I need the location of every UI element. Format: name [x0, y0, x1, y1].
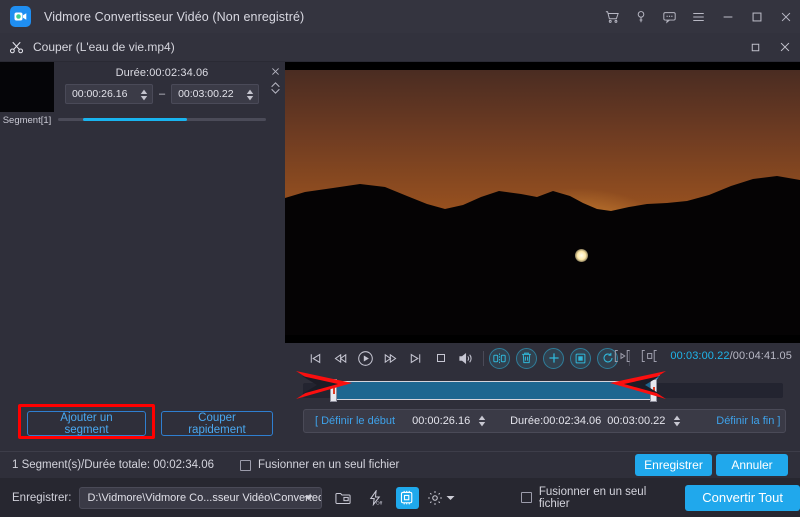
current-time: 00:03:00.22: [670, 350, 729, 362]
close-icon[interactable]: [770, 33, 800, 62]
segment-end-stepper[interactable]: [246, 86, 254, 104]
volume-icon[interactable]: [453, 346, 478, 370]
cancel-button[interactable]: Annuler: [716, 454, 788, 476]
segment-progress-track[interactable]: [58, 118, 266, 121]
add-icon[interactable]: [543, 348, 564, 369]
copy-icon[interactable]: [570, 348, 591, 369]
split-icon[interactable]: [489, 348, 510, 369]
segment-row[interactable]: Segment[1] Durée:00:02:34.06 00:00:26.16…: [0, 62, 284, 128]
key-icon[interactable]: [626, 0, 655, 33]
reorder-diamond-icon[interactable]: [270, 82, 281, 94]
trim-selection[interactable]: [333, 381, 653, 400]
delete-icon[interactable]: [516, 348, 537, 369]
app-title: Vidmore Convertisseur Vidéo (Non enregis…: [44, 10, 304, 24]
folder-icon[interactable]: [331, 487, 354, 509]
maximize-icon[interactable]: [740, 33, 770, 62]
merge-single-file-toggle-output[interactable]: Fusionner en un seul fichier: [521, 486, 668, 510]
save-button[interactable]: Enregistrer: [635, 454, 712, 476]
segment-duration-label: Durée:00:02:34.06: [58, 62, 266, 79]
total-time: /00:04:41.05: [730, 350, 792, 362]
cut-dialog-header: Couper (L'eau de vie.mp4): [0, 33, 800, 62]
output-path-dropdown[interactable]: D:\Vidmore\Vidmore Co...sseur Vidéo\Conv…: [79, 487, 322, 509]
merge-label-output: Fusionner en un seul fichier: [539, 486, 668, 510]
mountain-silhouette: [285, 70, 800, 335]
segment-start-stepper[interactable]: [140, 86, 148, 104]
output-bar: Enregistrer: D:\Vidmore\Vidmore Co...sse…: [0, 478, 800, 517]
fast-forward-icon[interactable]: [378, 346, 403, 370]
feedback-icon[interactable]: [655, 0, 684, 33]
trim-define-row: [ Définir le début 00:00:26.16 Durée:00:…: [303, 409, 786, 433]
trim-end-input[interactable]: 00:03:00.22: [601, 410, 705, 432]
segment-time-separator: –: [159, 88, 165, 100]
trim-start-value: 00:00:26.16: [412, 415, 470, 427]
set-start-button[interactable]: [ Définir le début: [304, 415, 406, 427]
video-frame: [285, 70, 800, 335]
segment-label: Segment[1]: [0, 112, 54, 128]
stop-icon[interactable]: [428, 346, 453, 370]
segment-progress-fill: [83, 118, 187, 121]
skip-next-icon[interactable]: [403, 346, 428, 370]
app-window: Vidmore Convertisseur Vidéo (Non enregis…: [0, 0, 800, 517]
set-start-marker-icon[interactable]: [612, 347, 633, 365]
app-logo-icon: [10, 6, 31, 27]
close-icon[interactable]: [270, 66, 281, 77]
segment-start-input[interactable]: 00:00:26.16: [65, 84, 153, 104]
segment-end-input[interactable]: 00:03:00.22: [171, 84, 259, 104]
quick-cut-button[interactable]: Couper rapidement: [161, 411, 273, 436]
svg-text:Off: Off: [376, 500, 383, 505]
chevron-down-icon[interactable]: [304, 495, 313, 501]
close-icon[interactable]: [771, 0, 800, 33]
annotation-arrow-left: [296, 369, 354, 401]
trim-timeline[interactable]: [285, 374, 800, 404]
menu-icon[interactable]: [684, 0, 713, 33]
cut-dialog-title: Couper (L'eau de vie.mp4): [33, 40, 175, 54]
segment-controls: Durée:00:02:34.06 00:00:26.16 – 00:03:00…: [58, 62, 266, 128]
output-path-label: Enregistrer:: [12, 492, 71, 504]
time-display: 00:03:00.22/00:04:41.05: [670, 350, 792, 362]
output-path-value: D:\Vidmore\Vidmore Co...sseur Vidéo\Conv…: [80, 492, 321, 504]
add-segment-button[interactable]: Ajouter un segment: [27, 411, 146, 436]
merge-single-file-toggle[interactable]: Fusionner en un seul fichier: [240, 459, 399, 471]
hardware-accel-off-icon[interactable]: Off: [364, 487, 387, 509]
gpu-accel-on-icon[interactable]: [396, 487, 419, 509]
cut-dialog-window-controls: [740, 33, 800, 62]
chevron-down-icon: [446, 495, 455, 501]
merge-label: Fusionner en un seul fichier: [258, 459, 399, 471]
segment-thumbnail: [0, 62, 54, 112]
segment-start-value: 00:00:26.16: [66, 88, 127, 100]
trim-end-stepper[interactable]: [673, 415, 681, 427]
video-preview[interactable]: [285, 62, 800, 343]
skip-previous-icon[interactable]: [303, 346, 328, 370]
set-end-marker-icon[interactable]: [639, 347, 660, 365]
trim-end-value: 00:03:00.22: [607, 415, 665, 427]
trim-start-stepper[interactable]: [478, 415, 486, 427]
segment-list-panel: Segment[1] Durée:00:02:34.06 00:00:26.16…: [0, 62, 284, 452]
merge-checkbox-output[interactable]: [521, 492, 532, 503]
set-end-button[interactable]: Définir la fin ]: [705, 415, 791, 427]
rewind-icon[interactable]: [328, 346, 353, 370]
segment-side-actions: [266, 66, 284, 94]
transport-buttons: [303, 346, 635, 370]
segment-time-row: 00:00:26.16 – 00:03:00.22: [58, 84, 266, 104]
title-bar: Vidmore Convertisseur Vidéo (Non enregis…: [0, 0, 800, 33]
annotation-arrow-right: [608, 369, 666, 401]
segment-summary-text: 1 Segment(s)/Durée totale: 00:02:34.06: [12, 459, 214, 471]
title-bar-icons: [597, 0, 800, 33]
control-separator: [483, 351, 484, 366]
player-controls: 00:03:00.22/00:04:41.05: [285, 343, 800, 373]
settings-gear-icon[interactable]: [427, 490, 455, 506]
segment-end-value: 00:03:00.22: [172, 88, 233, 100]
trim-start-input[interactable]: 00:00:26.16: [406, 410, 510, 432]
merge-checkbox[interactable]: [240, 460, 251, 471]
player-right-controls: 00:03:00.22/00:04:41.05: [612, 347, 792, 365]
convert-all-button[interactable]: Convertir Tout: [685, 485, 800, 511]
scissors-icon: [9, 40, 24, 55]
minimize-icon[interactable]: [713, 0, 742, 33]
trim-duration-value: Durée:00:02:34.06: [510, 415, 601, 427]
play-icon[interactable]: [353, 346, 378, 370]
maximize-icon[interactable]: [742, 0, 771, 33]
cart-icon[interactable]: [597, 0, 626, 33]
